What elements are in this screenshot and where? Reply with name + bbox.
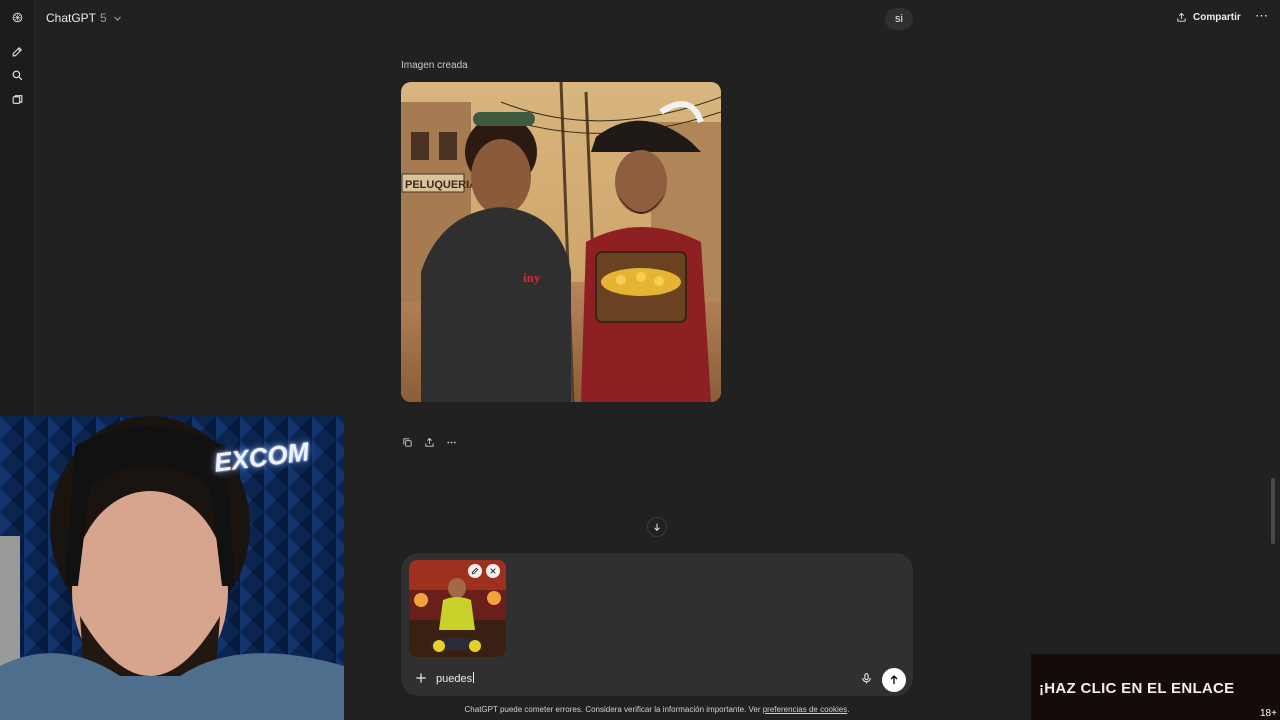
scrollbar-thumb[interactable] — [1271, 478, 1275, 544]
edit-attachment-button[interactable] — [468, 564, 482, 578]
copy-button[interactable] — [401, 436, 414, 449]
model-picker[interactable]: ChatGPT 5 — [46, 10, 122, 26]
add-button[interactable] — [414, 671, 428, 685]
library-icon[interactable] — [8, 90, 26, 108]
image-created-label: Imagen creada — [401, 60, 468, 71]
arrow-up-icon — [890, 675, 898, 684]
remove-attachment-button[interactable] — [486, 564, 500, 578]
generated-image[interactable]: PELUQUERIA iny — [401, 82, 721, 402]
image-shirt-text: iny — [523, 270, 541, 285]
share-icon — [1177, 12, 1186, 22]
text-caret — [473, 672, 475, 683]
new-chat-icon[interactable] — [8, 42, 26, 60]
search-icon[interactable] — [8, 66, 26, 84]
user-message-text: si — [895, 13, 903, 25]
send-button[interactable] — [882, 668, 906, 692]
disclaimer-text: ChatGPT puede cometer errores. Considera… — [464, 705, 763, 714]
age-rating: 18+ — [1260, 708, 1277, 719]
share-label: Compartir — [1193, 11, 1241, 23]
plus-icon — [416, 673, 426, 683]
chevron-down-icon — [113, 16, 121, 21]
webcam-overlay: EXCOM — [0, 416, 344, 720]
image-sign-text: PELUQUERIA — [405, 179, 477, 191]
more-options-button[interactable]: ⋯ — [1255, 8, 1269, 24]
share-button[interactable]: Compartir — [1176, 9, 1241, 25]
share-icon — [425, 437, 434, 447]
composer: puedes — [401, 553, 913, 696]
ad-text: ¡HAZ CLIC EN EL ENLACE — [1039, 680, 1235, 697]
user-message: si — [885, 8, 913, 30]
close-icon — [490, 568, 496, 574]
disclaimer-end: . — [847, 705, 850, 714]
prompt-input[interactable]: puedes — [436, 672, 475, 685]
more-horizontal-icon — [447, 441, 456, 444]
model-version: 5 — [100, 11, 107, 25]
share-image-button[interactable] — [423, 436, 436, 449]
dictate-button[interactable] — [860, 672, 873, 685]
openai-logo-icon[interactable] — [8, 8, 26, 26]
scroll-to-bottom-button[interactable] — [647, 517, 667, 537]
microphone-icon — [862, 673, 871, 684]
model-name: ChatGPT — [46, 11, 97, 25]
copy-icon — [403, 438, 412, 447]
cookie-preferences-link[interactable]: preferencias de cookies — [763, 705, 848, 714]
arrow-down-icon — [654, 523, 660, 532]
pencil-icon — [471, 567, 479, 575]
ad-banner[interactable]: ¡HAZ CLIC EN EL ENLACE — [1031, 654, 1280, 720]
more-actions-button[interactable] — [445, 436, 458, 449]
prompt-input-value: puedes — [436, 673, 473, 685]
message-actions — [401, 436, 458, 449]
